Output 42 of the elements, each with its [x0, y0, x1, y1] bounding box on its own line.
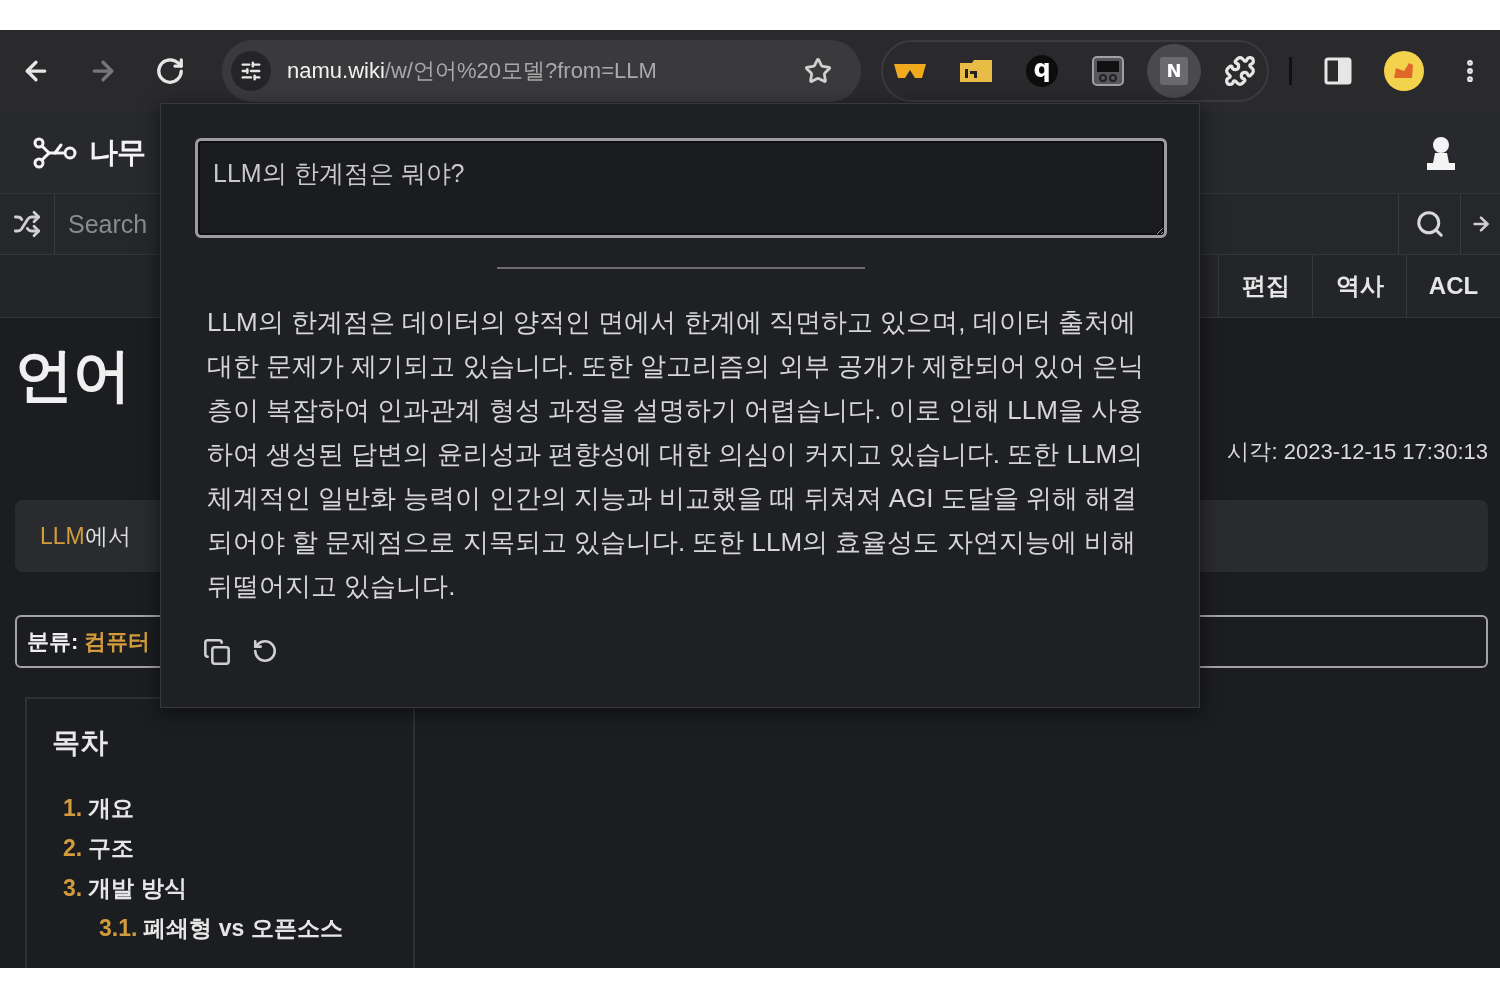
category-text: 분류: 컴퓨터 — [27, 627, 151, 656]
toc-link[interactable]: 3. — [63, 868, 83, 908]
reload-icon[interactable] — [155, 56, 185, 86]
page-title: 언어 — [15, 341, 131, 409]
user-icon[interactable] — [1425, 135, 1457, 170]
category-link[interactable]: 컴퓨터 — [84, 628, 151, 654]
toc-title: 목차 — [52, 726, 109, 760]
avatar-icon[interactable] — [1384, 51, 1424, 91]
answer-text: LLM의 한계점은 데이터의 양적인 면에서 한계에 직면하고 있으며, 데이터 출처에 대한 문제가 제기되고 있습니다. 또한 알고리즘의 외부 공개가 제한되어 있어 은닉층이 복잡하여 인과관계 형성 과정을 설명하기 어렵습니다. 이로 인해 LLM을 사용하여 생성된 답변의 윤리성과 편향성에 대한 의심이 커지고 있습니다. 또한 LLM의 체계적인 일반화 능력이 인간의 지능과 비교했을 때 뒤쳐져 AGI 도달을 위해 해결되어야 할 문제점으로 지목되고 있습니다. 또한 LLM의 효율성도 자연지능에 비해 뒤떨어지고 있습니다. — [207, 306, 1146, 603]
side-panel-icon[interactable] — [1324, 57, 1352, 85]
toc-link[interactable]: 2. — [63, 828, 83, 868]
site-settings-button[interactable] — [231, 51, 271, 91]
address-bar[interactable]: namu.wiki/w/언어%20모델?from=LLM — [222, 40, 861, 102]
toc-link[interactable]: 1. — [63, 788, 83, 828]
logo-icon[interactable] — [33, 136, 79, 169]
folder-icon — [960, 60, 992, 82]
toc-entry-text: 구조 — [88, 834, 135, 863]
notice-text: LLM에서 — [40, 521, 131, 551]
question-field[interactable]: LLM의 한계점은 뭐야? — [195, 138, 1167, 238]
url-text: namu.wiki/w/언어%20모델?from=LLM — [287, 57, 658, 85]
refresh-icon — [252, 638, 278, 664]
glasses-icon — [893, 62, 927, 80]
extension-button[interactable]: q — [1015, 44, 1069, 98]
toc-entry-text: 폐쇄형 vs 오픈소스 — [143, 914, 343, 943]
screen-icon — [1092, 56, 1124, 86]
search-icon — [1414, 209, 1445, 239]
page-action-tab[interactable]: 편집 — [1218, 255, 1312, 317]
puzzle-icon — [1224, 55, 1256, 87]
copy-button[interactable] — [203, 638, 231, 666]
sliders-icon — [240, 60, 262, 82]
toc-link[interactable]: 3.1. — [99, 908, 138, 948]
logo-text[interactable]: 나무 — [89, 132, 145, 173]
extension-button[interactable]: N — [1147, 44, 1201, 98]
notice-link[interactable]: LLM — [40, 522, 85, 549]
toc-entry-text: 개요 — [88, 794, 135, 823]
star-icon[interactable] — [804, 57, 832, 85]
modified-time: 시각: 2023-12-15 17:30:13 — [1227, 438, 1488, 466]
copy-icon — [203, 638, 231, 666]
toc-entry-text: 개발 방식 — [88, 874, 187, 903]
shuffle-icon — [13, 210, 41, 238]
page-action-tab[interactable]: ACL — [1406, 255, 1500, 317]
page-action-tab[interactable]: 역사 — [1312, 255, 1406, 317]
